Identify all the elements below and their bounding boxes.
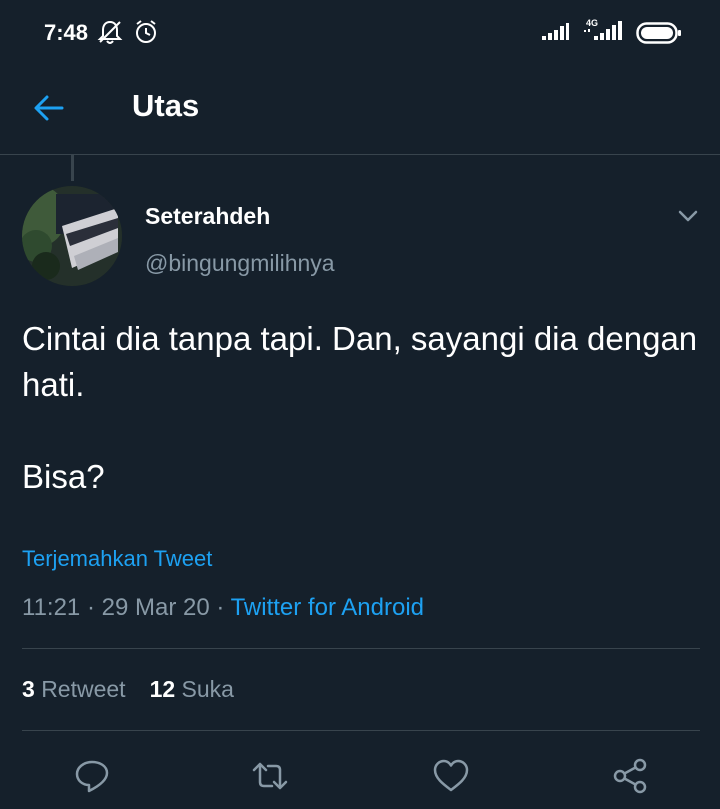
meta-separator: ·	[80, 594, 102, 621]
author-handle[interactable]: @bingungmilihnya	[145, 250, 335, 277]
meta-separator: ·	[209, 594, 231, 621]
share-button[interactable]	[610, 756, 650, 796]
avatar-image	[22, 186, 122, 286]
retweet-button[interactable]	[250, 756, 290, 796]
tweet-date: 29 Mar 20	[101, 594, 210, 621]
status-bar: 7:48 4G	[0, 0, 720, 64]
chevron-down-icon	[678, 210, 698, 222]
like-icon	[433, 759, 469, 792]
alarm-icon	[132, 18, 160, 51]
divider	[22, 648, 700, 649]
tweet-menu-button[interactable]	[674, 204, 702, 228]
signal-icon	[540, 22, 570, 47]
back-button[interactable]	[28, 88, 76, 128]
divider	[22, 730, 700, 731]
svg-text:4G: 4G	[586, 18, 598, 28]
avatar[interactable]	[22, 186, 122, 286]
like-button[interactable]	[431, 756, 471, 796]
top-app-bar: Utas	[0, 64, 720, 155]
page-title: Utas	[132, 88, 200, 123]
tweet-source-link[interactable]: Twitter for Android	[231, 594, 424, 621]
author-name[interactable]: Seterahdeh	[145, 203, 270, 230]
retweet-count: 3	[22, 676, 35, 702]
translate-tweet-link[interactable]: Terjemahkan Tweet	[22, 546, 212, 572]
notifications-muted-icon	[96, 18, 124, 51]
like-stat-label: Suka	[181, 676, 234, 702]
status-time: 7:48	[44, 20, 89, 45]
reply-icon	[75, 760, 109, 793]
like-stat[interactable]: 12 Suka	[150, 676, 234, 702]
arrow-left-icon	[34, 95, 64, 121]
signal-4g-icon: 4G	[582, 16, 624, 49]
thread-connector-line	[71, 155, 74, 181]
reply-button[interactable]	[72, 756, 112, 796]
tweet-stats: 3 Retweet 12 Suka	[22, 676, 234, 703]
like-count: 12	[149, 676, 176, 702]
battery-icon	[636, 22, 682, 49]
retweet-stat[interactable]: 3 Retweet	[22, 676, 126, 702]
share-icon	[613, 758, 647, 794]
tweet-time: 11:21	[22, 594, 81, 621]
tweet-meta: 11:21 · 29 Mar 20 · Twitter for Android	[22, 594, 424, 622]
tweet-text: Cintai dia tanpa tapi. Dan, sayangi dia …	[22, 320, 698, 495]
retweet-stat-label: Retweet	[41, 676, 126, 702]
retweet-icon	[252, 762, 288, 790]
tweet-detail-screen: 7:48 4G Utas Seterahdeh @bingungmilihnya…	[0, 0, 720, 809]
